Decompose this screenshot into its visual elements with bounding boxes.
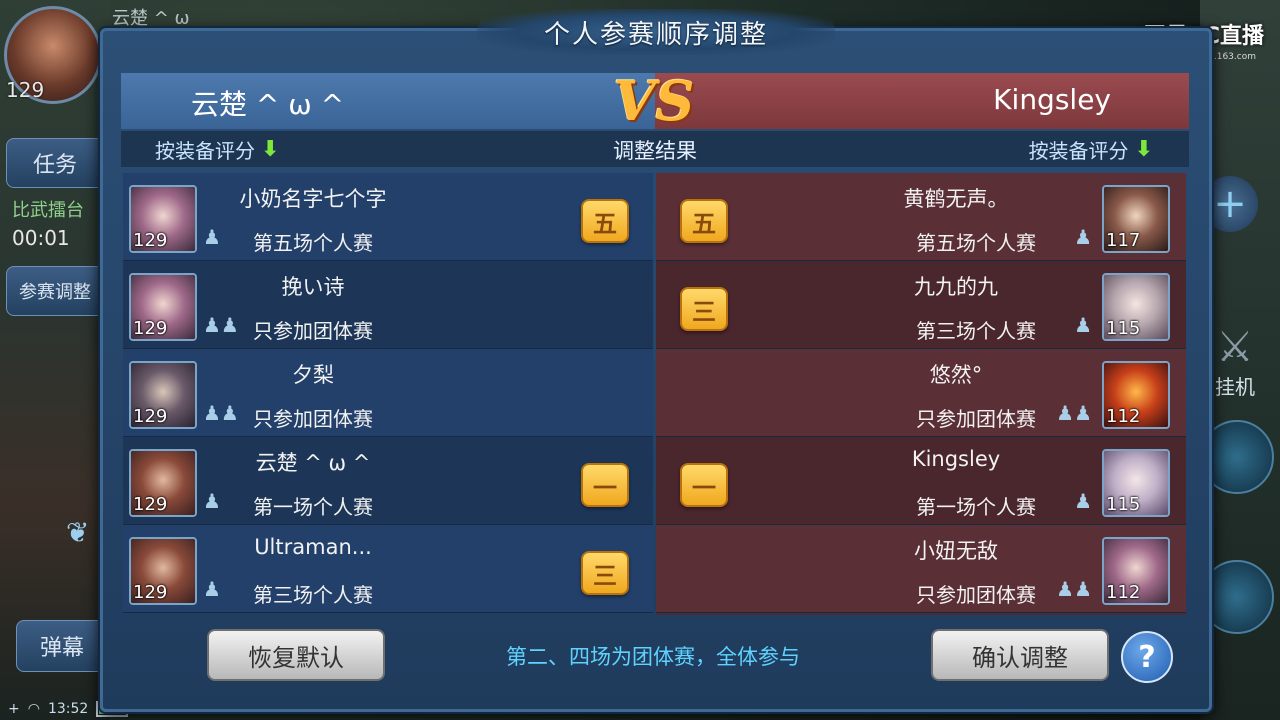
- player-name: Ultraman...: [254, 535, 372, 559]
- single-person-icon: ♟: [1074, 225, 1092, 249]
- match-order-badge: 三: [680, 287, 728, 331]
- player-level: 129: [6, 78, 45, 102]
- player-name: 云楚 ^ ω: [112, 8, 190, 29]
- restore-default-button[interactable]: 恢复默认: [207, 629, 385, 681]
- left-player-row[interactable]: 129 ♟ 小奶名字七个字 第五场个人赛 五: [123, 173, 653, 261]
- arena-timer: 00:01: [12, 226, 70, 250]
- order-adjust-panel: 个人参赛顺序调整 云楚 ^ ω ^ Kingsley VS 按装备评分 ⬇ 调整…: [100, 9, 1212, 712]
- help-button[interactable]: ?: [1121, 631, 1173, 683]
- player-portrait: 112: [1102, 361, 1170, 429]
- player-name: 挽い诗: [281, 275, 345, 299]
- danmu-button[interactable]: 弹幕: [16, 620, 108, 672]
- vs-header: 云楚 ^ ω ^ Kingsley VS: [121, 69, 1189, 133]
- left-player-row[interactable]: 129 ♟♟ 夕梨 只参加团体赛: [123, 349, 653, 437]
- player-portrait: 129: [129, 361, 197, 429]
- right-player-row: 小妞无敌 只参加团体赛 ♟♟ 112: [656, 525, 1186, 613]
- auto-battle-label: 挂机: [1215, 375, 1255, 399]
- team-match-note: 第二、四场为团体赛，全体参与: [506, 645, 800, 669]
- right-team-banner: Kingsley: [655, 73, 1189, 129]
- player-name: 九九的九: [914, 275, 998, 299]
- left-player-row[interactable]: 129 ♟ 云楚 ^ ω ^ 第一场个人赛 一: [123, 437, 653, 525]
- right-sort-label: 按装备评分: [1028, 139, 1129, 163]
- player-status: 只参加团体赛: [916, 407, 1036, 431]
- right-team-list: 五 黄鹤无声。 第五场个人赛 ♟ 117 三 九九的九 第三场个人赛 ♟ 115…: [656, 173, 1186, 615]
- player-status: 只参加团体赛: [253, 319, 373, 343]
- left-team-list: 129 ♟ 小奶名字七个字 第五场个人赛 五 129 ♟♟ 挽い诗 只参加团体赛…: [123, 173, 653, 615]
- player-status: 第一场个人赛: [253, 495, 373, 519]
- vs-logo: VS: [613, 69, 695, 133]
- arrow-down-icon: ⬇: [1134, 137, 1153, 162]
- player-portrait: 129: [129, 185, 197, 253]
- butterfly-icon: ❦: [66, 516, 90, 549]
- player-portrait: 115: [1102, 449, 1170, 517]
- right-sort-toggle[interactable]: 按装备评分 ⬇: [1029, 135, 1153, 164]
- player-name: 悠然°: [929, 363, 983, 387]
- right-player-row: 悠然° 只参加团体赛 ♟♟ 112: [656, 349, 1186, 437]
- left-player-row[interactable]: 129 ♟♟ 挽い诗 只参加团体赛: [123, 261, 653, 349]
- player-name: Kingsley: [911, 447, 1001, 471]
- confirm-adjust-button[interactable]: 确认调整: [931, 629, 1109, 681]
- group-icon: ♟♟: [1056, 401, 1092, 425]
- single-person-icon: ♟: [1074, 313, 1092, 337]
- add-icon[interactable]: +: [8, 701, 20, 717]
- right-player-row: 三 九九的九 第三场个人赛 ♟ 115: [656, 261, 1186, 349]
- adjust-button[interactable]: 参赛调整: [6, 266, 104, 316]
- player-name: 夕梨: [292, 363, 334, 387]
- sort-row: 按装备评分 ⬇ 调整结果 按装备评分 ⬇: [121, 131, 1189, 167]
- match-order-badge[interactable]: 五: [581, 199, 629, 243]
- left-team-name: 云楚 ^ ω ^: [191, 88, 345, 121]
- right-player-row: 一 Kingsley 第一场个人赛 ♟ 115: [656, 437, 1186, 525]
- crossed-swords-icon: ⚔: [1216, 322, 1254, 371]
- match-order-badge[interactable]: 三: [581, 551, 629, 595]
- player-status: 只参加团体赛: [253, 407, 373, 431]
- player-status: 第一场个人赛: [916, 495, 1036, 519]
- match-order-badge: 五: [680, 199, 728, 243]
- panel-title-banner: 个人参赛顺序调整: [477, 9, 835, 55]
- player-status: 只参加团体赛: [916, 583, 1036, 607]
- match-order-badge: 一: [680, 463, 728, 507]
- panel-title: 个人参赛顺序调整: [543, 19, 768, 50]
- player-portrait: 115: [1102, 273, 1170, 341]
- clock: 13:52: [47, 701, 89, 717]
- task-button[interactable]: 任务: [6, 138, 104, 188]
- wifi-icon: ◠: [27, 701, 40, 717]
- left-team-banner: 云楚 ^ ω ^: [121, 73, 655, 129]
- player-portrait: 117: [1102, 185, 1170, 253]
- player-status: 第五场个人赛: [916, 231, 1036, 255]
- player-name: 小妞无敌: [914, 539, 998, 563]
- player-name: 小奶名字七个字: [239, 187, 387, 211]
- player-name: 云楚 ^ ω ^: [255, 451, 371, 475]
- single-person-icon: ♟: [1074, 489, 1092, 513]
- player-status: 第三场个人赛: [916, 319, 1036, 343]
- right-player-row: 五 黄鹤无声。 第五场个人赛 ♟ 117: [656, 173, 1186, 261]
- player-name: 黄鹤无声。: [903, 187, 1009, 211]
- player-portrait: 129: [129, 537, 197, 605]
- group-icon: ♟♟: [1056, 577, 1092, 601]
- match-order-badge[interactable]: 一: [581, 463, 629, 507]
- right-team-name: Kingsley: [993, 83, 1111, 116]
- player-portrait: 129: [129, 449, 197, 517]
- left-player-row[interactable]: 129 ♟ Ultraman... 第三场个人赛 三: [123, 525, 653, 613]
- player-portrait: 129: [129, 273, 197, 341]
- background-left-strip: [0, 0, 110, 720]
- player-status: 第三场个人赛: [253, 583, 373, 607]
- player-portrait: 112: [1102, 537, 1170, 605]
- player-status: 第五场个人赛: [253, 231, 373, 255]
- arena-label: 比武擂台: [12, 200, 84, 221]
